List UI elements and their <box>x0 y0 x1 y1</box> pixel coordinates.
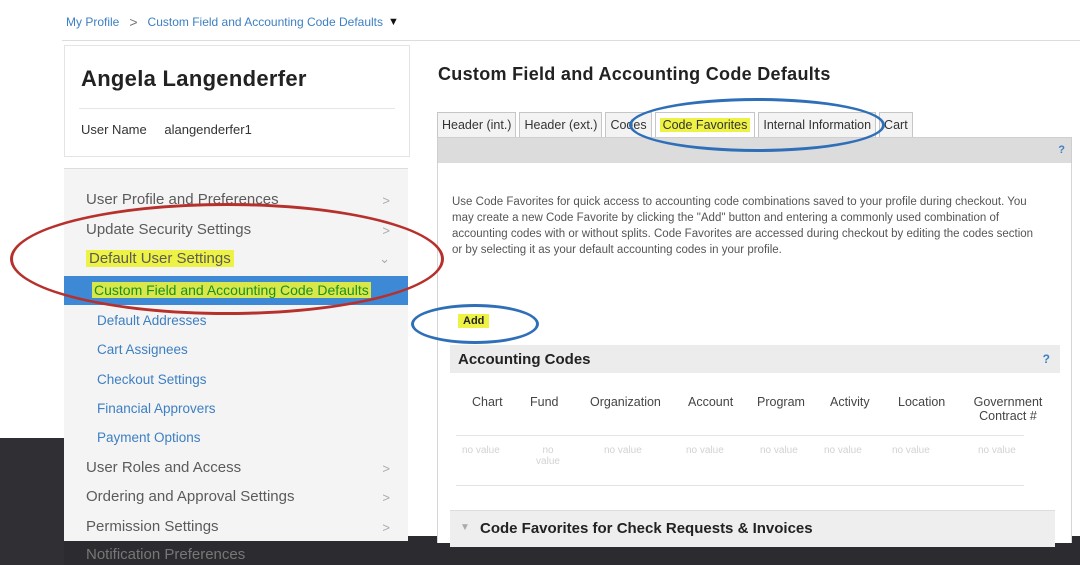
user-display-name: Angela Langenderfer <box>81 66 307 91</box>
sidebar-subitem-custom-field-defaults[interactable]: Custom Field and Accounting Code Default… <box>64 276 408 305</box>
sidebar-subitem-cart-assignees[interactable]: Cart Assignees <box>97 342 188 357</box>
help-icon[interactable]: ? <box>1058 144 1065 156</box>
table-cell: no value <box>824 445 862 456</box>
sidebar-item-label: Default User Settings <box>86 250 234 267</box>
section-title: Accounting Codes <box>458 351 591 368</box>
chevron-right-icon: > <box>382 520 390 535</box>
page-title: Custom Field and Accounting Code Default… <box>438 64 831 84</box>
column-header-organization: Organization <box>590 395 661 409</box>
divider <box>456 485 1024 486</box>
table-cell: no value <box>978 445 1016 456</box>
tab-internal-information[interactable]: Internal Information <box>758 112 877 138</box>
table-cell: no value <box>760 445 798 456</box>
sidebar-item-permissions[interactable]: Permission Settings <box>86 518 219 535</box>
tab-cart[interactable]: Cart <box>879 112 913 138</box>
code-favorites-description: Use Code Favorites for quick access to a… <box>452 196 1034 256</box>
username-line: User Name alangenderfer1 <box>81 122 252 137</box>
divider <box>456 435 1024 436</box>
chevron-right-icon: > <box>382 193 390 208</box>
tab-codes[interactable]: Codes <box>605 112 652 138</box>
column-header-activity: Activity <box>830 395 870 409</box>
tab-panel: Use Code Favorites for quick access to a… <box>437 163 1072 547</box>
user-header-card: Angela Langenderfer User Name alangender… <box>64 45 410 157</box>
sidebar-subitem-label: Custom Field and Accounting Code Default… <box>92 282 371 298</box>
sidebar-item-user-roles[interactable]: User Roles and Access <box>86 459 241 476</box>
tab-header-int[interactable]: Header (int.) <box>437 112 517 138</box>
sidebar-item-security[interactable]: Update Security Settings <box>86 221 251 238</box>
tab-panel-toolbar: ? <box>437 137 1072 164</box>
username-value: alangenderfer1 <box>164 122 252 137</box>
sidebar-subitem-default-addresses[interactable]: Default Addresses <box>97 313 207 328</box>
column-header-program: Program <box>757 395 805 409</box>
table-cell: no value <box>686 445 724 456</box>
sidebar-item-default-user-settings[interactable]: Default User Settings <box>86 250 234 267</box>
chevron-right-icon: > <box>382 461 390 476</box>
sidebar-item-ordering-approval[interactable]: Ordering and Approval Settings <box>86 488 294 505</box>
sidebar-subitem-financial-approvers[interactable]: Financial Approvers <box>97 401 216 416</box>
column-header-chart: Chart <box>472 395 503 409</box>
column-header-government-contract: Government Contract # <box>973 395 1043 423</box>
chevron-down-icon: ⌄ <box>379 251 390 266</box>
column-header-fund: Fund <box>530 395 559 409</box>
table-cell: no value <box>604 445 642 456</box>
tab-label: Code Favorites <box>659 118 751 132</box>
table-cell: no value <box>536 445 560 467</box>
table-cell: no value <box>462 445 500 456</box>
column-header-location: Location <box>898 395 946 409</box>
sidebar: User Profile and Preferences > Update Se… <box>64 168 408 563</box>
breadcrumb-separator: > <box>129 14 138 30</box>
chevron-right-icon: > <box>382 490 390 505</box>
sidebar-subitem-checkout-settings[interactable]: Checkout Settings <box>97 372 207 387</box>
breadcrumb: My Profile > Custom Field and Accounting… <box>66 14 399 30</box>
sidebar-item-notifications[interactable]: Notification Preferences <box>86 546 245 563</box>
sidebar-subitem-payment-options[interactable]: Payment Options <box>97 430 201 445</box>
code-favorites-section-header[interactable]: ▼ Code Favorites for Check Requests & In… <box>450 510 1055 547</box>
breadcrumb-current[interactable]: Custom Field and Accounting Code Default… <box>148 15 383 29</box>
divider <box>79 108 395 109</box>
tab-bar: Header (int.) Header (ext.) Codes Code F… <box>437 112 913 138</box>
tab-header-ext[interactable]: Header (ext.) <box>519 112 603 138</box>
sidebar-item-user-profile[interactable]: User Profile and Preferences <box>86 191 279 208</box>
collapse-triangle-icon: ▼ <box>460 522 470 533</box>
table-cell: no value <box>892 445 930 456</box>
accounting-codes-header: Accounting Codes ? <box>450 345 1060 373</box>
help-icon[interactable]: ? <box>1043 352 1050 366</box>
column-header-account: Account <box>688 395 734 409</box>
breadcrumb-root-link[interactable]: My Profile <box>66 15 119 29</box>
chevron-right-icon: > <box>382 223 390 238</box>
username-label: User Name <box>81 122 147 137</box>
tab-code-favorites[interactable]: Code Favorites <box>654 112 756 138</box>
screen-bezel-left <box>0 438 64 565</box>
caret-down-icon[interactable]: ▼ <box>388 16 399 28</box>
add-button[interactable]: Add <box>458 314 490 328</box>
section-title: Code Favorites for Check Requests & Invo… <box>480 520 813 537</box>
